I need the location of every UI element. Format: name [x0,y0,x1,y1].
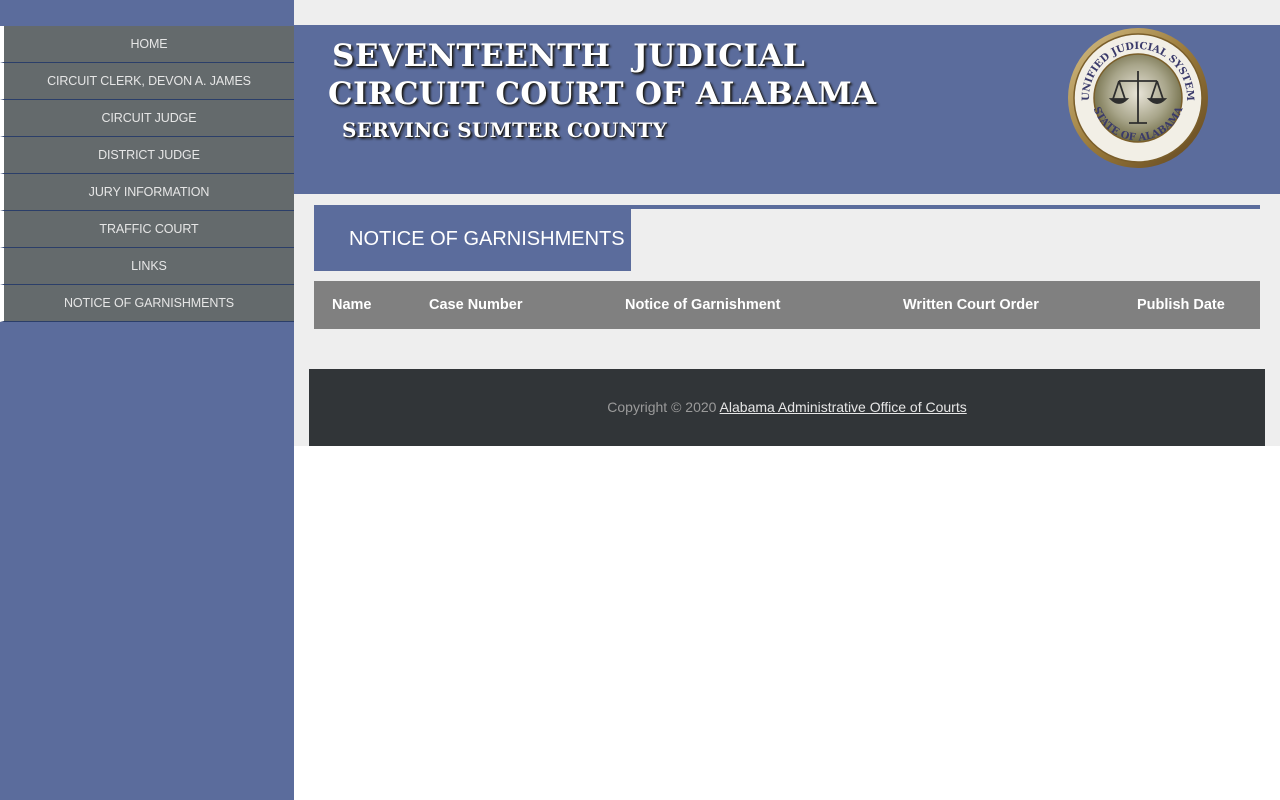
sidebar-item-district-judge[interactable]: DISTRICT JUDGE [0,137,294,174]
banner-line-1: SEVENTEENTH JUDICIAL [332,38,806,74]
sidebar-item-circuit-judge[interactable]: CIRCUIT JUDGE [0,100,294,137]
banner-line-3: SERVING SUMTER COUNTY [342,118,668,142]
main-content: SEVENTEENTH JUDICIAL CIRCUIT COURT OF AL… [294,0,1280,446]
column-header-notice-of-garnishment: Notice of Garnishment [625,297,781,313]
site-title: SEVENTEENTH JUDICIAL CIRCUIT COURT OF AL… [328,37,876,147]
copyright-text: Copyright © 2020 [607,399,717,415]
garnishments-table-header: Name Case Number Notice of Garnishment W… [314,281,1260,329]
sidebar-item-links[interactable]: LINKS [0,248,294,285]
aoc-link[interactable]: Alabama Administrative Office of Courts [720,399,967,415]
column-header-publish-date: Publish Date [1137,297,1225,313]
sidebar-item-home[interactable]: HOME [0,26,294,63]
column-header-case-number: Case Number [429,297,523,313]
state-seal-icon: UNIFIED JUDICIAL SYSTEM STATE OF ALABAMA [1068,28,1208,168]
sidebar: HOME CIRCUIT CLERK, DEVON A. JAMES CIRCU… [0,0,294,800]
sidebar-item-circuit-clerk[interactable]: CIRCUIT CLERK, DEVON A. JAMES [0,63,294,100]
sidebar-item-traffic-court[interactable]: TRAFFIC COURT [0,211,294,248]
sidebar-item-jury-information[interactable]: JURY INFORMATION [0,174,294,211]
column-header-written-court-order: Written Court Order [903,297,1039,313]
sidebar-item-notice-of-garnishments[interactable]: NOTICE OF GARNISHMENTS [0,285,294,322]
site-footer: Copyright © 2020 Alabama Administrative … [309,369,1265,446]
site-banner: SEVENTEENTH JUDICIAL CIRCUIT COURT OF AL… [294,25,1280,194]
banner-line-2: CIRCUIT COURT OF ALABAMA [328,76,877,112]
sidebar-nav: HOME CIRCUIT CLERK, DEVON A. JAMES CIRCU… [0,26,294,322]
page-title: NOTICE OF GARNISHMENTS [314,208,631,271]
column-header-name: Name [332,297,372,313]
